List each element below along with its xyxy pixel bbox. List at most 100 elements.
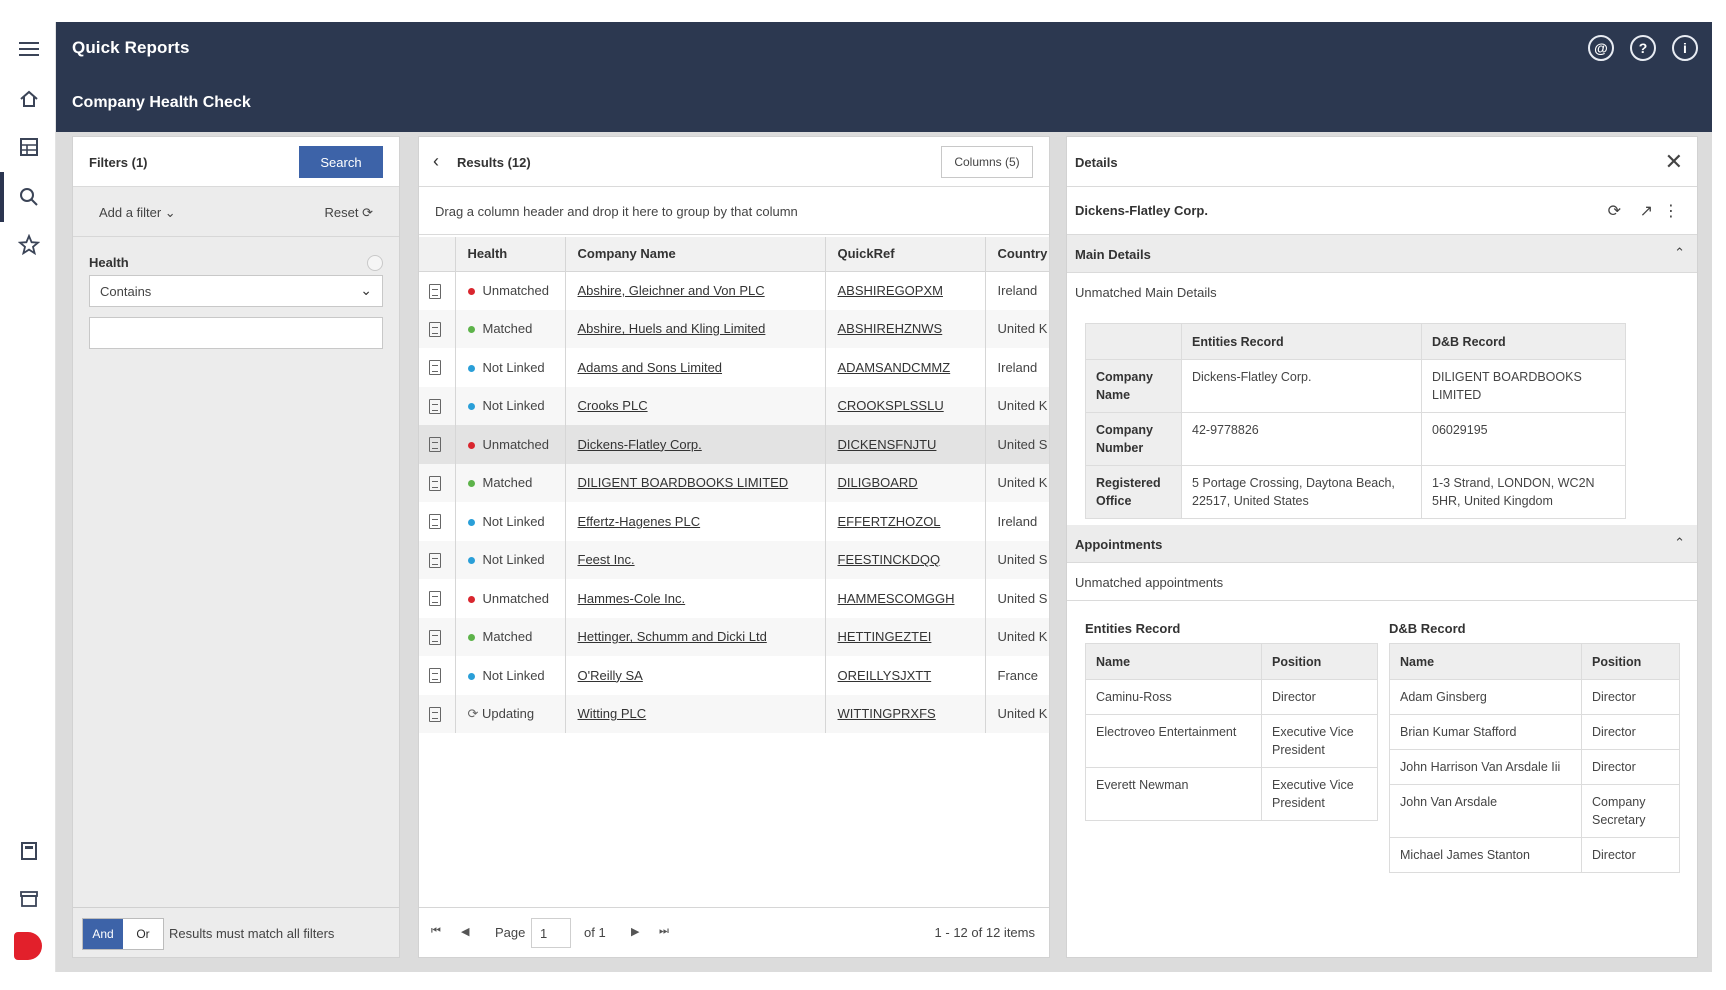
company-link[interactable]: Dickens-Flatley Corp. <box>578 437 702 452</box>
back-chevron-icon[interactable]: ‹ <box>433 151 439 172</box>
appointments-section-header[interactable]: Appointments ⌃ <box>1067 525 1697 563</box>
last-page-icon[interactable]: ⏭ <box>659 925 669 938</box>
filter-value-input[interactable] <box>89 317 383 349</box>
table-row[interactable]: ⟳ Updating Witting PLC WITTINGPRXFS United … <box>419 694 1050 733</box>
document-icon[interactable] <box>429 321 441 337</box>
table-row[interactable]: Not Linked Effertz-Hagenes PLC EFFERTZHOZO… <box>419 502 1050 541</box>
company-link[interactable]: Hammes-Cole Inc. <box>578 591 686 606</box>
group-drop-zone[interactable]: Drag a column header and drop it here to… <box>419 187 1049 235</box>
open-external-icon[interactable]: ↗ <box>1640 201 1653 221</box>
table-row[interactable]: Not Linked Crooks PLC CROOKSPLSSLU United K <box>419 386 1050 425</box>
company-link[interactable]: Adams and Sons Limited <box>578 360 723 375</box>
reset-button[interactable]: Reset ⟳ <box>325 205 374 221</box>
table-row[interactable]: Unmatched Abshire, Gleichner and Von PLC A… <box>419 271 1050 310</box>
document-icon[interactable] <box>429 283 441 299</box>
company-link[interactable]: Witting PLC <box>578 706 647 721</box>
help-icon[interactable]: ? <box>1630 35 1656 61</box>
document-icon[interactable] <box>429 552 441 568</box>
document-icon[interactable] <box>429 360 441 376</box>
quickref-link[interactable]: HETTINGEZTEI <box>838 629 932 644</box>
document-icon[interactable] <box>429 437 441 453</box>
document-icon[interactable] <box>429 398 441 414</box>
main-details-section-header[interactable]: Main Details ⌃ <box>1067 235 1697 273</box>
calculator-icon[interactable] <box>16 838 42 864</box>
close-icon[interactable]: ✕ <box>1665 149 1683 175</box>
table-row[interactable]: Unmatched Dickens-Flatley Corp. DICKENSFNJ… <box>419 425 1050 464</box>
quickref-link[interactable]: ABSHIREHZNWS <box>838 321 943 336</box>
row-doc-cell[interactable] <box>419 271 456 310</box>
chevron-up-icon[interactable]: ⌃ <box>1674 245 1685 261</box>
row-doc-cell[interactable] <box>419 348 456 387</box>
table-row[interactable]: Not Linked O'Reilly SA OREILLYSJXTT France <box>419 656 1050 695</box>
table-row[interactable]: Matched DILIGENT BOARDBOOKS LIMITED DILIGB… <box>419 463 1050 502</box>
home-icon[interactable] <box>16 86 42 112</box>
row-doc-cell[interactable] <box>419 656 456 695</box>
menu-icon[interactable] <box>16 36 42 62</box>
search-button[interactable]: Search <box>299 146 383 178</box>
table-row[interactable]: Matched Abshire, Huels and Kling Limited A… <box>419 309 1050 348</box>
search-nav-icon[interactable] <box>16 184 42 210</box>
document-icon[interactable] <box>429 591 441 607</box>
appointment-position: Director <box>1581 837 1680 873</box>
row-doc-cell[interactable] <box>419 540 456 579</box>
document-icon[interactable] <box>429 668 441 684</box>
table-row[interactable]: Matched Hettinger, Schumm and Dicki Ltd HE… <box>419 617 1050 656</box>
document-icon[interactable] <box>429 629 441 645</box>
archive-icon[interactable] <box>16 886 42 912</box>
page-number-input[interactable]: 1 <box>531 918 571 948</box>
company-link[interactable]: Abshire, Gleichner and Von PLC <box>578 283 765 298</box>
at-sign-icon[interactable]: @ <box>1588 35 1614 61</box>
column-header-quickref[interactable]: QuickRef <box>825 237 986 272</box>
quickref-link[interactable]: CROOKSPLSSLU <box>838 398 944 413</box>
company-link[interactable]: Crooks PLC <box>578 398 648 413</box>
row-doc-cell[interactable] <box>419 425 456 464</box>
document-icon[interactable] <box>429 706 441 722</box>
filter-operator-select[interactable]: Contains ⌄ <box>89 275 383 307</box>
first-page-icon[interactable]: ⏮ <box>431 925 441 938</box>
quickref-link[interactable]: EFFERTZHOZOL <box>838 514 941 529</box>
user-account-icon[interactable]: i <box>1672 35 1698 61</box>
document-icon[interactable] <box>429 514 441 530</box>
chevron-up-icon[interactable]: ⌃ <box>1674 535 1685 551</box>
row-doc-cell[interactable] <box>419 502 456 541</box>
quickref-link[interactable]: DICKENSFNJTU <box>838 437 937 452</box>
company-link[interactable]: Effertz-Hagenes PLC <box>578 514 701 529</box>
column-header-health[interactable]: Health <box>455 237 566 272</box>
company-link[interactable]: Hettinger, Schumm and Dicki Ltd <box>578 629 767 644</box>
company-cell: Effertz-Hagenes PLC <box>565 502 826 541</box>
quickref-link[interactable]: ADAMSANDCMMZ <box>838 360 951 375</box>
document-icon[interactable] <box>429 475 441 491</box>
row-doc-cell[interactable] <box>419 463 456 502</box>
row-doc-cell[interactable] <box>419 386 456 425</box>
row-doc-cell[interactable] <box>419 694 456 733</box>
prev-page-icon[interactable]: ◀ <box>461 925 469 938</box>
quickref-link[interactable]: HAMMESCOMGGH <box>838 591 955 606</box>
and-toggle[interactable]: And <box>83 919 123 949</box>
row-doc-cell[interactable] <box>419 617 456 656</box>
quickref-link[interactable]: ABSHIREGOPXM <box>838 283 943 298</box>
quickref-link[interactable]: DILIGBOARD <box>838 475 918 490</box>
company-link[interactable]: O'Reilly SA <box>578 668 643 683</box>
or-toggle[interactable]: Or <box>123 919 163 949</box>
refresh-icon[interactable]: ⟳ <box>1608 201 1621 221</box>
table-row[interactable]: Not Linked Feest Inc. FEESTINCKDQQ United S <box>419 540 1050 579</box>
company-link[interactable]: Feest Inc. <box>578 552 635 567</box>
remove-filter-icon[interactable] <box>367 255 383 271</box>
more-options-icon[interactable]: ⋮ <box>1663 201 1679 221</box>
columns-button[interactable]: Columns (5) <box>941 146 1033 178</box>
add-filter-button[interactable]: Add a filter ⌄ <box>99 205 176 221</box>
quickref-link[interactable]: FEESTINCKDQQ <box>838 552 941 567</box>
column-header-company[interactable]: Company Name <box>565 237 826 272</box>
table-icon[interactable] <box>16 134 42 160</box>
column-header-country[interactable]: Country <box>985 237 1050 272</box>
company-link[interactable]: Abshire, Huels and Kling Limited <box>578 321 766 336</box>
row-doc-cell[interactable] <box>419 579 456 618</box>
star-icon[interactable] <box>16 232 42 258</box>
quickref-link[interactable]: OREILLYSJXTT <box>838 668 932 683</box>
next-page-icon[interactable]: ▶ <box>631 925 639 938</box>
row-doc-cell[interactable] <box>419 309 456 348</box>
quickref-link[interactable]: WITTINGPRXFS <box>838 706 936 721</box>
table-row[interactable]: Not Linked Adams and Sons Limited ADAMSAND… <box>419 348 1050 387</box>
table-row[interactable]: Unmatched Hammes-Cole Inc. HAMMESCOMGGH Uni… <box>419 579 1050 618</box>
company-link[interactable]: DILIGENT BOARDBOOKS LIMITED <box>578 475 789 490</box>
